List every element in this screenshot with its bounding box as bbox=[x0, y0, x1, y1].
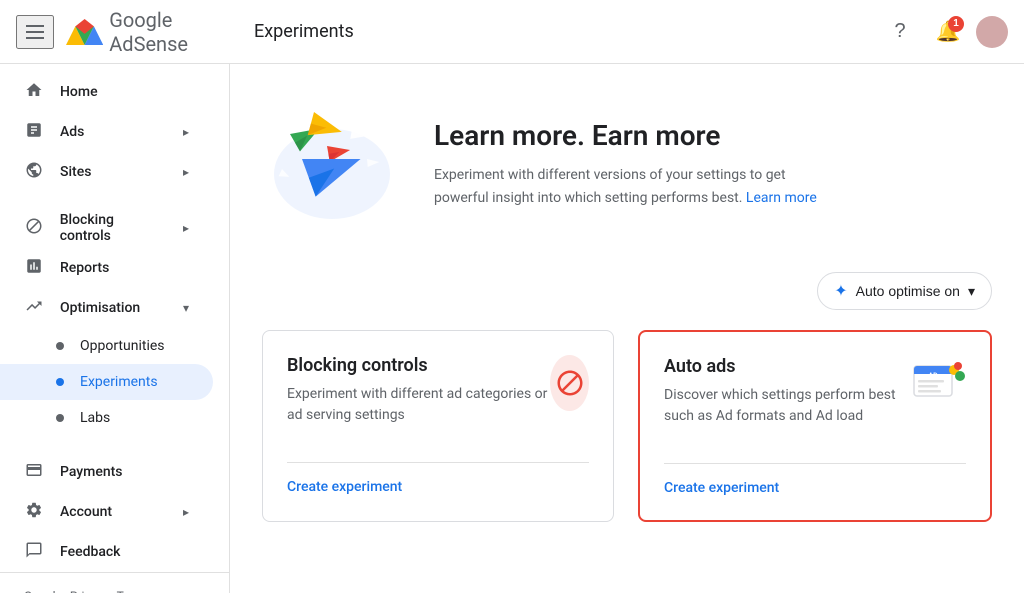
chevron-right-icon: ▸ bbox=[183, 125, 189, 139]
sidebar-item-opportunities[interactable]: Opportunities bbox=[0, 328, 213, 364]
hero-description: Experiment with different versions of yo… bbox=[434, 164, 834, 209]
block-icon bbox=[555, 368, 585, 398]
card-content-blocking: Blocking controls Experiment with differ… bbox=[287, 355, 550, 446]
sparkle-icon: ✦ bbox=[834, 281, 847, 301]
sidebar-label-experiments: Experiments bbox=[80, 374, 158, 390]
footer-privacy[interactable]: Privacy bbox=[70, 589, 109, 593]
auto-ads-icon-svg: AD bbox=[910, 356, 966, 412]
learn-more-link[interactable]: Learn more bbox=[746, 190, 817, 206]
dropdown-chevron-icon: ▾ bbox=[968, 283, 975, 300]
sidebar-label-optimisation: Optimisation bbox=[60, 300, 140, 316]
sidebar-item-feedback[interactable]: Feedback bbox=[0, 532, 213, 572]
dot-icon-experiments bbox=[56, 378, 64, 386]
sidebar-item-ads[interactable]: Ads ▸ bbox=[0, 112, 213, 152]
main-layout: Home Ads ▸ Sites ▸ Blocking controls ▸ bbox=[0, 64, 1024, 593]
footer-terms[interactable]: Terms bbox=[117, 589, 151, 593]
sidebar-label-feedback: Feedback bbox=[60, 544, 120, 560]
sidebar-label-sites: Sites bbox=[60, 164, 91, 180]
page-title: Experiments bbox=[246, 21, 880, 42]
help-icon: ? bbox=[894, 20, 905, 43]
ads-icon bbox=[24, 121, 44, 144]
cards-row: Blocking controls Experiment with differ… bbox=[262, 330, 992, 522]
footer-google: Google bbox=[24, 589, 62, 593]
blocking-icon bbox=[24, 217, 44, 240]
auto-optimize-label: Auto optimise on bbox=[856, 283, 960, 299]
auto-ads-card-icon: AD bbox=[910, 356, 966, 412]
chevron-right-icon-sites: ▸ bbox=[183, 165, 189, 179]
sidebar-label-labs: Labs bbox=[80, 410, 110, 426]
sidebar-item-sites[interactable]: Sites ▸ bbox=[0, 152, 213, 192]
logo[interactable]: Google AdSense bbox=[66, 8, 246, 56]
header-actions: ? 🔔 1 bbox=[880, 12, 1008, 52]
chevron-down-icon-opt: ▾ bbox=[183, 301, 189, 315]
sidebar-label-reports: Reports bbox=[60, 260, 109, 276]
sidebar-item-experiments[interactable]: Experiments bbox=[0, 364, 213, 400]
feedback-icon bbox=[24, 541, 44, 564]
sidebar-label-opportunities: Opportunities bbox=[80, 338, 165, 354]
sidebar-item-blocking[interactable]: Blocking controls ▸ bbox=[0, 208, 213, 248]
hero-section: Learn more. Earn more Experiment with di… bbox=[262, 88, 992, 240]
reports-icon bbox=[24, 257, 44, 280]
logo-icon bbox=[66, 18, 103, 46]
chevron-right-icon-blocking: ▸ bbox=[183, 221, 189, 235]
paper-planes-svg bbox=[262, 104, 402, 224]
sidebar-label-blocking: Blocking controls bbox=[60, 212, 167, 244]
sidebar-footer: Google Privacy Terms bbox=[0, 572, 229, 593]
blocking-card-icon bbox=[550, 355, 589, 411]
hero-heading: Learn more. Earn more bbox=[434, 119, 834, 152]
hero-illustration bbox=[262, 104, 402, 224]
sidebar-item-optimisation[interactable]: Optimisation ▾ bbox=[0, 288, 213, 328]
sidebar-label-account: Account bbox=[60, 504, 112, 520]
sidebar-item-reports[interactable]: Reports bbox=[0, 248, 213, 288]
card-desc-autoads: Discover which settings perform best suc… bbox=[664, 385, 910, 427]
dot-icon-opportunities bbox=[56, 342, 64, 350]
card-header-blocking: Blocking controls Experiment with differ… bbox=[287, 355, 589, 446]
sidebar-label-ads: Ads bbox=[60, 124, 84, 140]
menu-button[interactable] bbox=[16, 15, 54, 49]
help-button[interactable]: ? bbox=[880, 12, 920, 52]
card-divider-blocking bbox=[287, 462, 589, 463]
card-desc-blocking: Experiment with different ad categories … bbox=[287, 384, 550, 426]
sidebar-label-payments: Payments bbox=[60, 464, 123, 480]
home-icon bbox=[24, 81, 44, 104]
card-header-autoads: Auto ads Discover which settings perform… bbox=[664, 356, 966, 447]
main-content: Learn more. Earn more Experiment with di… bbox=[230, 64, 1024, 593]
sidebar-item-account[interactable]: Account ▸ bbox=[0, 492, 213, 532]
dot-icon-labs bbox=[56, 414, 64, 422]
auto-ads-card: Auto ads Discover which settings perform… bbox=[638, 330, 992, 522]
blocking-controls-card: Blocking controls Experiment with differ… bbox=[262, 330, 614, 522]
svg-text:AD: AD bbox=[928, 372, 938, 380]
auto-optimize-row: ✦ Auto optimise on ▾ bbox=[262, 272, 992, 310]
optimisation-icon bbox=[24, 297, 44, 320]
account-icon bbox=[24, 501, 44, 524]
header-left: Google AdSense bbox=[16, 8, 246, 56]
card-title-blocking: Blocking controls bbox=[287, 355, 550, 376]
sidebar-item-labs[interactable]: Labs bbox=[0, 400, 213, 436]
card-divider-autoads bbox=[664, 463, 966, 464]
sidebar: Home Ads ▸ Sites ▸ Blocking controls ▸ bbox=[0, 64, 230, 593]
notification-badge: 1 bbox=[948, 16, 964, 32]
sidebar-item-payments[interactable]: Payments bbox=[0, 452, 213, 492]
chevron-right-icon-account: ▸ bbox=[183, 505, 189, 519]
avatar[interactable] bbox=[976, 16, 1008, 48]
sites-icon bbox=[24, 161, 44, 184]
notifications-button[interactable]: 🔔 1 bbox=[928, 12, 968, 52]
logo-text: Google AdSense bbox=[109, 8, 246, 56]
payments-icon bbox=[24, 461, 44, 484]
header: Google AdSense Experiments ? 🔔 1 bbox=[0, 0, 1024, 64]
card-title-autoads: Auto ads bbox=[664, 356, 910, 377]
auto-optimize-button[interactable]: ✦ Auto optimise on ▾ bbox=[817, 272, 992, 310]
hero-text: Learn more. Earn more Experiment with di… bbox=[434, 119, 834, 209]
create-experiment-link-blocking[interactable]: Create experiment bbox=[287, 479, 402, 495]
create-experiment-link-autoads[interactable]: Create experiment bbox=[664, 480, 779, 496]
card-content-autoads: Auto ads Discover which settings perform… bbox=[664, 356, 910, 447]
sidebar-label-home: Home bbox=[60, 84, 98, 100]
sidebar-item-home[interactable]: Home bbox=[0, 72, 213, 112]
